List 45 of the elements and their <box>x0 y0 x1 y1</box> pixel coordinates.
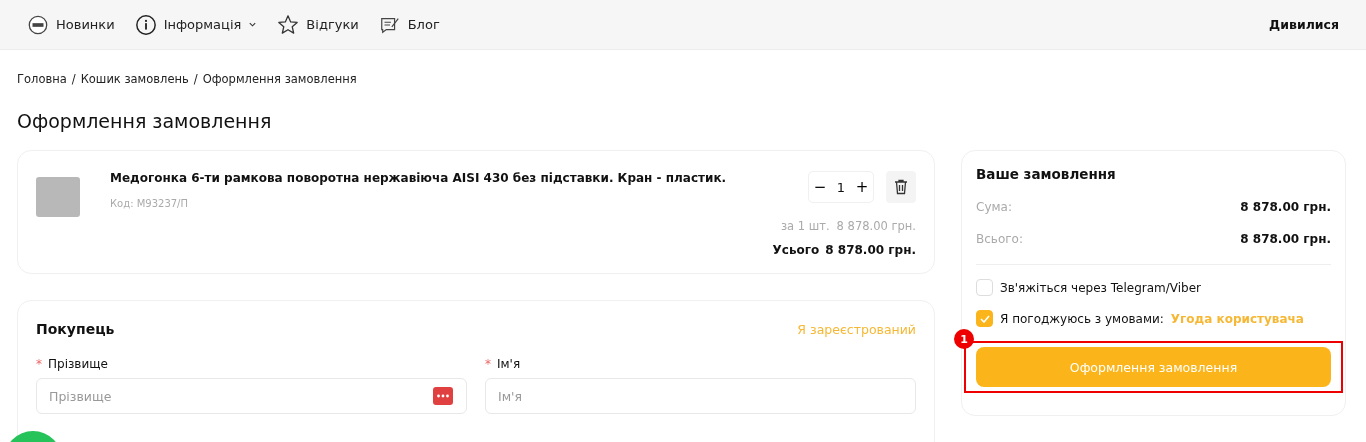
breadcrumb-separator: / <box>71 72 76 86</box>
decrease-button[interactable]: − <box>809 178 831 196</box>
password-manager-icon[interactable] <box>433 387 453 405</box>
unit-price-label: за 1 шт. <box>780 219 830 233</box>
breadcrumb-link[interactable]: Кошик замовлень <box>80 72 189 86</box>
checkbox[interactable] <box>976 279 993 296</box>
summary-label: Сума: <box>976 200 1012 214</box>
section-title: Покупець <box>36 321 115 337</box>
product-name: Медогонка 6-ти рамкова поворотна нержавіюча AISI 430 без підставки. Кран - пластик. <box>110 171 728 185</box>
photo-placeholder <box>36 177 80 217</box>
nav-link[interactable]: Інформація <box>134 13 258 36</box>
summary-label: Всього: <box>976 232 1023 246</box>
nav-link[interactable]: Блог <box>378 13 440 36</box>
required-mark: * <box>36 357 42 371</box>
page-title: Оформлення замовлення <box>17 110 273 132</box>
trash-icon <box>894 179 908 195</box>
breadcrumb-link[interactable]: Оформлення замовлення <box>202 72 357 86</box>
breadcrumb-link[interactable]: Головна <box>17 72 67 86</box>
star-icon <box>277 13 300 36</box>
checkbox[interactable] <box>976 310 993 327</box>
increase-button[interactable]: + <box>851 178 873 196</box>
checkbox-label: Зв'яжіться через Telegram/Viber <box>1000 280 1202 295</box>
delete-button[interactable] <box>886 171 916 203</box>
total-label: Усього <box>772 243 820 257</box>
summary-title: Ваше замовлення <box>976 166 1117 182</box>
input-field[interactable]: Прізвище <box>36 378 467 414</box>
quantity-value: 1 <box>835 179 847 195</box>
step-badge: 1 <box>954 329 974 349</box>
unit-price: 8 878.00 грн. <box>836 219 916 233</box>
summary-value: 8 878.00 грн. <box>1240 232 1331 246</box>
product-code: Код: М93237/П <box>110 198 189 209</box>
viewed-link[interactable]: Дивилися <box>1269 17 1339 32</box>
input-field[interactable]: Ім'я <box>485 378 916 414</box>
total-price: 8 878.00 грн. <box>825 243 916 257</box>
nav-link[interactable]: Відгуки <box>277 13 359 36</box>
info-icon <box>134 13 157 36</box>
chevron-down-icon <box>248 20 258 29</box>
field-label: Ім'я <box>497 357 521 371</box>
breadcrumb-separator: / <box>193 72 198 86</box>
nav-link[interactable]: Новинки <box>27 13 115 36</box>
required-mark: * <box>485 357 491 371</box>
field-label: Прізвище <box>48 357 108 371</box>
summary-value: 8 878.00 грн. <box>1240 200 1331 214</box>
checkbox-label: Я погоджуюсь з умовами: <box>1000 311 1164 326</box>
checkmark-icon <box>979 314 990 323</box>
